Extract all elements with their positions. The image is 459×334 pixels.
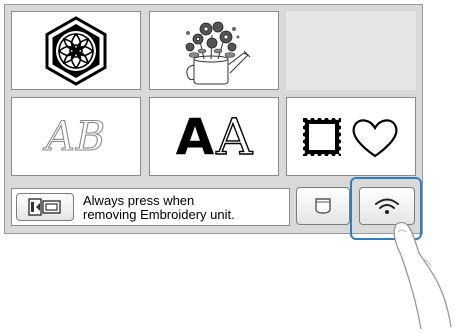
tile-pattern-hexagon[interactable] — [11, 11, 141, 90]
tile-empty — [286, 11, 416, 90]
script-ab-icon: AB — [45, 113, 107, 160]
pocket-button[interactable] — [296, 187, 350, 225]
flower-watering-can-icon — [185, 21, 251, 84]
message-line-2: removing Embroidery unit. — [83, 207, 235, 222]
pointing-finger-icon — [393, 221, 452, 330]
font-a-outline: A — [216, 107, 254, 166]
tile-pattern-flower-watering-can[interactable] — [149, 11, 279, 90]
message-line-1: Always press when — [83, 193, 195, 208]
tile-font-alphabet[interactable]: A A — [149, 97, 279, 176]
hexagon-floral-emblem-icon — [45, 15, 107, 86]
frame-square-heart-icon — [301, 115, 398, 158]
tile-frame-shapes[interactable] — [286, 97, 416, 176]
remove-embroidery-unit-button[interactable] — [16, 193, 74, 221]
font-a-bold: A — [175, 107, 215, 166]
tile-script-alphabet[interactable]: AB — [11, 97, 141, 176]
remove-unit-message: Always press when removing Embroidery un… — [83, 194, 283, 222]
pocket-icon — [315, 198, 331, 214]
embroidery-unit-remove-icon — [28, 198, 61, 216]
